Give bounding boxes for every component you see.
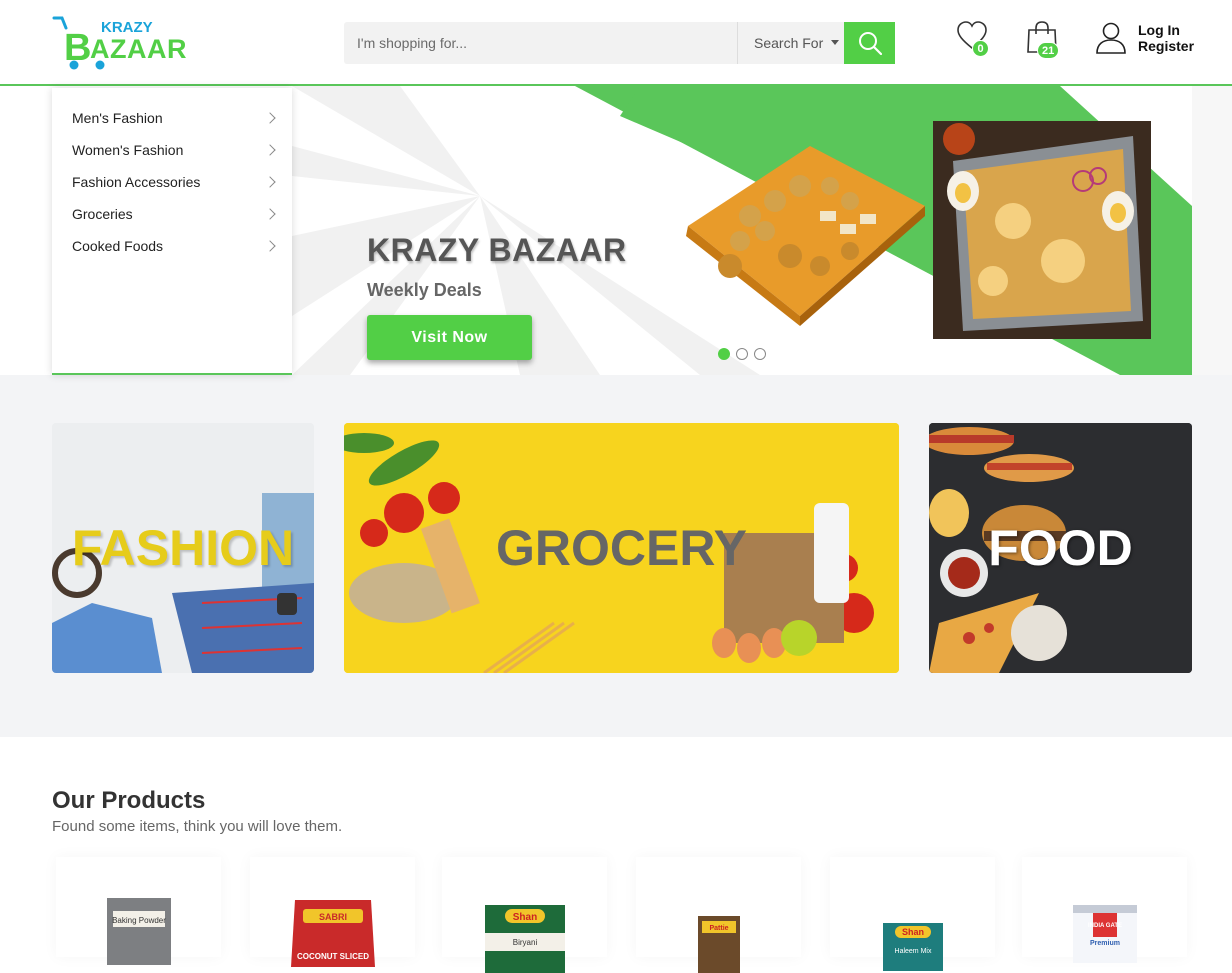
product-brand: Shan <box>901 927 923 937</box>
sidebar-item-groceries[interactable]: Groceries <box>52 198 292 230</box>
sidebar-item-womens-fashion[interactable]: Women's Fashion <box>52 134 292 166</box>
sweets-box-image <box>686 146 925 326</box>
visit-now-button[interactable]: Visit Now <box>367 315 532 360</box>
chevron-right-icon <box>264 240 276 252</box>
food-banner[interactable]: FOOD <box>929 423 1192 673</box>
sidebar-item-label: Men's Fashion <box>72 110 163 126</box>
product-card[interactable]: SABRI COCONUT SLICED <box>250 857 415 967</box>
account-links: Log In Register <box>1138 22 1194 54</box>
chevron-right-icon <box>264 208 276 220</box>
product-image: Shan Biryani <box>484 905 565 973</box>
product-image: Baking Powder <box>106 898 171 965</box>
product-name: Haleem Mix <box>894 948 931 955</box>
wishlist-count-badge: 0 <box>972 40 989 57</box>
caret-down-icon <box>831 39 840 45</box>
products-subtitle: Found some items, think you will love th… <box>52 818 343 835</box>
search-input[interactable] <box>344 22 737 64</box>
product-name: COCONUT SLICED <box>297 952 369 961</box>
category-banners: FASHION GROCERY FOOD <box>0 375 1232 737</box>
cart-count-badge: 21 <box>1037 42 1060 59</box>
product-brand: Shan <box>512 912 536 923</box>
product-card[interactable]: Baking Powder <box>56 857 221 965</box>
search-select-label: Search For <box>754 35 824 51</box>
logo-text-bottom: AZAAR <box>90 34 187 64</box>
category-sidebar: Men's Fashion Women's Fashion Fashion Ac… <box>52 88 292 375</box>
products-section: Our Products Found some items, think you… <box>0 737 1232 973</box>
search-icon <box>858 32 882 55</box>
sidebar-item-mens-fashion[interactable]: Men's Fashion <box>52 102 292 134</box>
slider-dot-1[interactable] <box>718 348 730 360</box>
register-link[interactable]: Register <box>1138 38 1194 54</box>
site-header: B KRAZY AZAAR Search For 0 21 <box>0 0 1232 86</box>
product-card[interactable]: INDIA GATE Premium <box>1022 857 1187 963</box>
grocery-banner[interactable]: GROCERY <box>344 423 899 673</box>
fashion-banner[interactable]: FASHION <box>52 423 314 673</box>
product-image: Shan Haleem Mix <box>882 923 943 971</box>
hero-subtitle: Weekly Deals <box>367 280 482 300</box>
product-card[interactable]: Shan Biryani <box>442 857 607 973</box>
product-image: INDIA GATE Premium <box>1072 905 1137 963</box>
cart-button[interactable]: 21 <box>1025 20 1060 59</box>
product-name: Baking Powder <box>112 916 166 925</box>
products-title: Our Products <box>52 787 206 814</box>
search-bar: Search For <box>344 22 895 64</box>
product-brand: INDIA GATE <box>1088 923 1122 929</box>
search-category-select[interactable]: Search For <box>737 22 844 64</box>
login-link[interactable]: Log In <box>1138 22 1194 38</box>
svg-text:B: B <box>64 27 91 69</box>
slider-dot-2[interactable] <box>736 348 748 360</box>
sidebar-item-fashion-accessories[interactable]: Fashion Accessories <box>52 166 292 198</box>
sidebar-item-label: Women's Fashion <box>72 142 184 158</box>
sidebar-item-cooked-foods[interactable]: Cooked Foods <box>52 230 292 262</box>
hero-title: KRAZY BAZAAR <box>367 232 627 268</box>
product-image: Pattie <box>697 916 740 973</box>
product-brand: SABRI <box>318 912 346 922</box>
chevron-right-icon <box>264 112 276 124</box>
wishlist-button[interactable]: 0 <box>956 20 989 57</box>
sidebar-item-label: Fashion Accessories <box>72 174 201 190</box>
product-name: Premium <box>1090 940 1120 947</box>
product-card[interactable]: Shan Haleem Mix <box>830 857 995 971</box>
logo[interactable]: B KRAZY AZAAR <box>52 14 192 72</box>
slider-dot-3[interactable] <box>754 348 766 360</box>
sidebar-item-label: Cooked Foods <box>72 238 164 254</box>
product-name: Biryani <box>512 938 537 947</box>
product-card[interactable]: Pattie <box>636 857 801 973</box>
fashion-banner-label: FASHION <box>71 520 295 576</box>
food-banner-label: FOOD <box>988 520 1133 576</box>
account-area: Log In Register <box>1096 22 1194 54</box>
product-brand: Pattie <box>709 925 728 932</box>
product-image: SABRI COCONUT SLICED <box>290 900 375 967</box>
sidebar-item-label: Groceries <box>72 206 133 222</box>
search-button[interactable] <box>844 22 895 64</box>
chevron-right-icon <box>264 176 276 188</box>
slider-dots <box>718 348 766 360</box>
grocery-banner-label: GROCERY <box>496 520 747 576</box>
user-icon <box>1096 22 1126 54</box>
biryani-image <box>933 121 1151 339</box>
chevron-right-icon <box>264 144 276 156</box>
